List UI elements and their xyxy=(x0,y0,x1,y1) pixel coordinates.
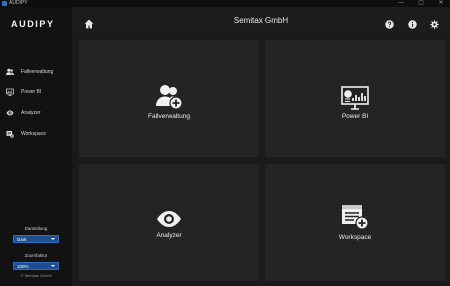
sidebar-item-label: Power BI xyxy=(21,89,42,95)
settings-icon[interactable] xyxy=(430,16,439,29)
help-icon[interactable] xyxy=(385,16,394,29)
tile-label: Analyzer xyxy=(156,232,182,239)
main-content: Fallverwaltung Power BI Analyzer Workspa… xyxy=(72,35,450,286)
minimize-button[interactable]: — xyxy=(394,0,408,7)
users-add-icon xyxy=(155,84,183,115)
window-title: AUDIPY xyxy=(9,0,28,6)
header: Semitax GmbH xyxy=(72,7,450,35)
tile-workspace[interactable]: Workspace xyxy=(265,164,445,281)
workspace-icon xyxy=(6,130,14,138)
tile-analyzer[interactable]: Analyzer xyxy=(79,164,259,281)
zoom-value: 100% xyxy=(17,263,29,269)
window-titlebar: AUDIPY — ▢ ✕ xyxy=(0,0,450,7)
chevron-down-icon xyxy=(51,238,55,240)
eye-icon xyxy=(156,210,182,233)
sidebar-item-label: Fallverwaltung xyxy=(21,69,54,75)
sidebar-item-power-bi[interactable]: Power BI xyxy=(0,85,72,99)
tile-label: Fallverwaltung xyxy=(148,113,190,120)
chevron-down-icon xyxy=(51,265,55,267)
app-logo: AUDIPY xyxy=(11,19,55,29)
maximize-button[interactable]: ▢ xyxy=(414,0,428,7)
tile-label: Power BI xyxy=(341,113,369,120)
sidebar-item-label: Analyzer xyxy=(21,110,41,116)
tile-label: Workspace xyxy=(338,234,372,241)
home-icon[interactable] xyxy=(84,16,94,29)
tile-fallverwaltung[interactable]: Fallverwaltung xyxy=(79,40,259,157)
eye-icon xyxy=(6,109,14,117)
close-button[interactable]: ✕ xyxy=(434,0,448,7)
info-icon[interactable] xyxy=(408,16,417,29)
sidebar-item-analyzer[interactable]: Analyzer xyxy=(0,106,72,120)
appearance-label: Darstellung xyxy=(24,226,48,231)
sidebar-item-workspace[interactable]: Workspace xyxy=(0,127,72,141)
app-icon xyxy=(2,1,7,6)
dashboard-icon xyxy=(6,88,14,96)
sidebar-item-label: Workspace xyxy=(21,131,46,137)
users-icon xyxy=(6,68,14,76)
appearance-select[interactable]: Dark xyxy=(13,235,59,243)
zoom-label: Zoomfaktor xyxy=(24,253,48,258)
sidebar: AUDIPY Fallverwaltung Power BI Analyzer xyxy=(0,7,72,286)
dashboard-icon xyxy=(341,86,369,115)
zoom-select[interactable]: 100% xyxy=(13,262,59,270)
appearance-value: Dark xyxy=(17,236,27,242)
copyright: © Semitax GmbH xyxy=(20,273,52,278)
sidebar-item-fallverwaltung[interactable]: Fallverwaltung xyxy=(0,65,72,79)
tile-power-bi[interactable]: Power BI xyxy=(265,40,445,157)
workspace-add-icon xyxy=(341,204,369,235)
